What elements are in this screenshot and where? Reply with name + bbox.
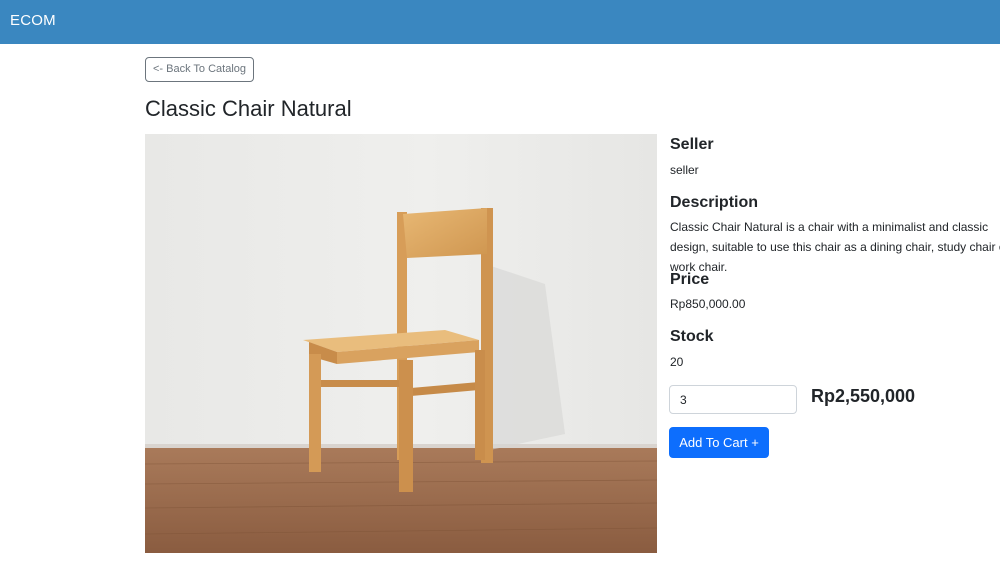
price-heading: Price	[670, 271, 710, 288]
stock-value: 20	[670, 355, 684, 369]
navbar: ECOM	[0, 0, 1000, 44]
brand-logo-text[interactable]: ECOM	[10, 12, 56, 29]
total-price: Rp2,550,000	[811, 386, 916, 406]
description-heading: Description	[670, 194, 759, 211]
quantity-input[interactable]	[669, 385, 797, 414]
seller-name: seller	[670, 163, 699, 177]
price-value: Rp850,000.00	[670, 297, 746, 311]
add-to-cart-button[interactable]: Add To Cart +	[669, 427, 769, 458]
back-to-catalog-button[interactable]: <- Back To Catalog	[145, 57, 254, 82]
stock-heading: Stock	[670, 328, 714, 345]
product-image	[145, 134, 657, 553]
seller-heading: Seller	[670, 136, 714, 153]
product-title: Classic Chair Natural	[145, 96, 352, 121]
description-text: Classic Chair Natural is a chair with a …	[670, 220, 1000, 274]
